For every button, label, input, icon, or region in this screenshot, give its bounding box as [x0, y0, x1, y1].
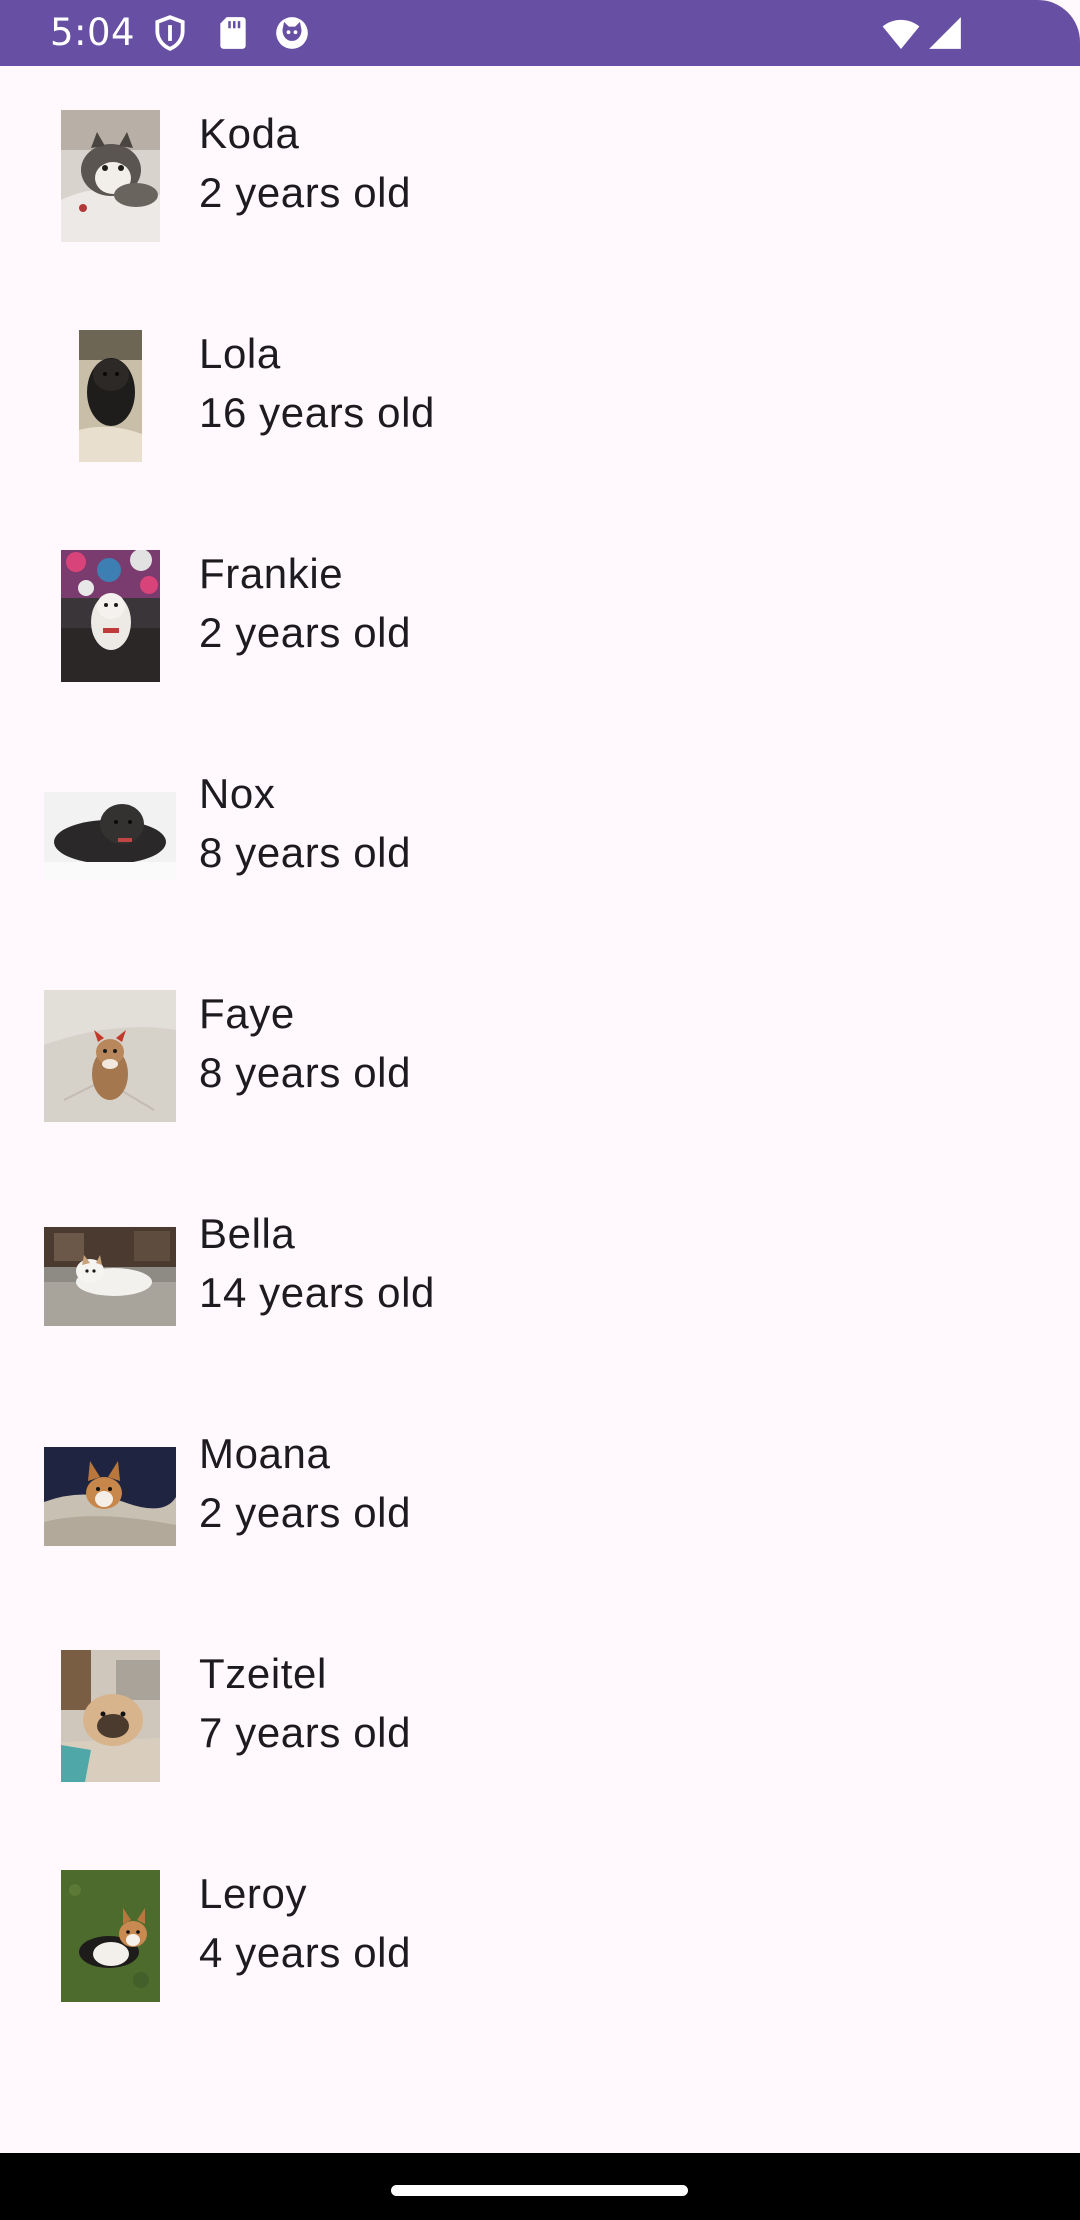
status-time: 5:04 [50, 11, 136, 54]
pet-list-item[interactable]: Bella 14 years old [0, 1166, 1080, 1386]
pet-age: 8 years old [199, 1049, 412, 1096]
photo-faye [44, 990, 176, 1122]
pet-list-item[interactable]: Frankie 2 years old [0, 506, 1080, 726]
pet-name: Koda [199, 110, 300, 157]
pet-name: Bella [199, 1210, 296, 1257]
photo-tzeitel [61, 1650, 160, 1782]
pet-age: 2 years old [199, 609, 412, 656]
pet-age: 4 years old [199, 1929, 412, 1976]
pet-list-item[interactable]: Tzeitel 7 years old [0, 1606, 1080, 1826]
signal-icon [926, 14, 964, 52]
photo-frankie [61, 550, 160, 682]
pet-name: Lola [199, 330, 281, 377]
photo-lola [79, 330, 142, 462]
photo-bella [44, 1227, 176, 1326]
pet-list-item[interactable]: Lola 16 years old [0, 286, 1080, 506]
cat-face-icon [273, 14, 311, 52]
photo-nox [44, 792, 176, 880]
photo-moana [44, 1447, 176, 1546]
pet-name: Frankie [199, 550, 344, 597]
photo-koda [61, 110, 160, 242]
pet-age: 2 years old [199, 1489, 412, 1536]
photo-leroy [61, 1870, 160, 2002]
pet-list-item[interactable]: Moana 2 years old [0, 1386, 1080, 1606]
app-screen: 5:04 Koda 2 years old Lola 16 years old … [0, 0, 1080, 2220]
home-gesture-handle[interactable] [391, 2185, 688, 2196]
shield-icon [151, 14, 189, 52]
pet-list-item[interactable]: Nox 8 years old [0, 726, 1080, 946]
pet-age: 16 years old [199, 389, 436, 436]
pet-list-item[interactable]: Faye 8 years old [0, 946, 1080, 1166]
pet-age: 14 years old [199, 1269, 436, 1316]
pet-list-item[interactable]: Koda 2 years old [0, 66, 1080, 286]
status-bar: 5:04 [0, 0, 1080, 66]
pet-name: Tzeitel [199, 1650, 327, 1697]
wifi-icon [880, 14, 922, 54]
pet-age: 7 years old [199, 1709, 412, 1756]
pet-name: Moana [199, 1430, 331, 1477]
pet-list-item[interactable]: Leroy 4 years old [0, 1826, 1080, 2046]
pet-name: Nox [199, 770, 276, 817]
pet-name: Faye [199, 990, 295, 1037]
pet-age: 2 years old [199, 169, 412, 216]
pet-name: Leroy [199, 1870, 308, 1917]
pet-age: 8 years old [199, 829, 412, 876]
sd-card-icon [214, 14, 252, 52]
navigation-bar [0, 2153, 1080, 2220]
